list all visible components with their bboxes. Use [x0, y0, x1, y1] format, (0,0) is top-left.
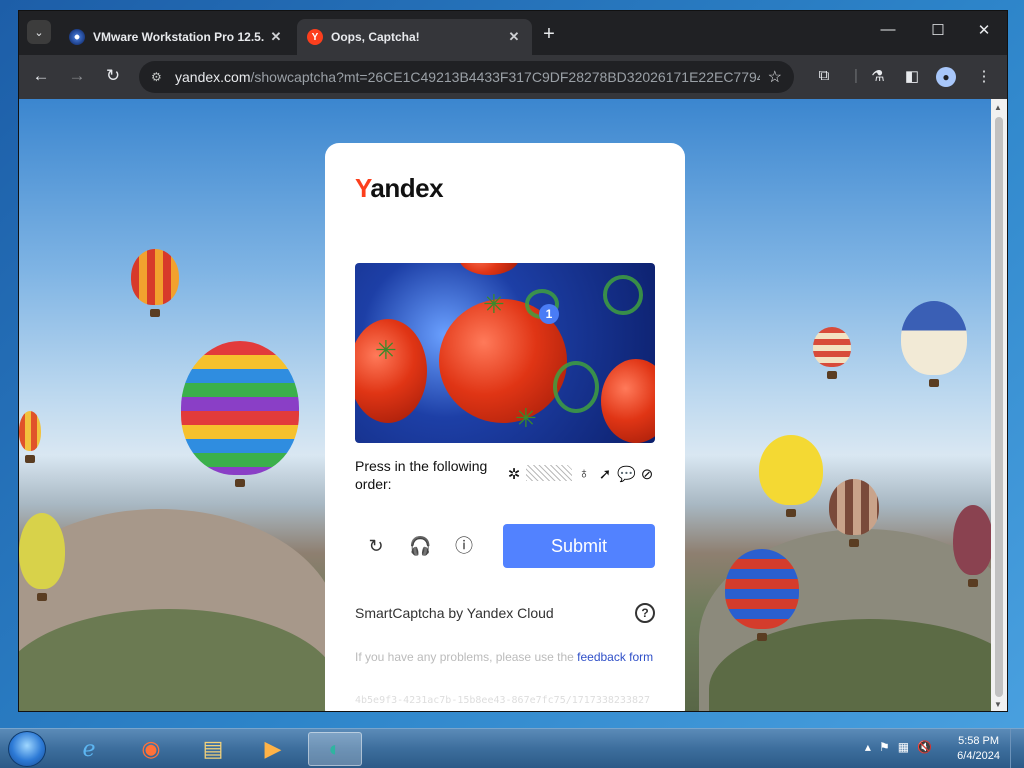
side-panel-icon[interactable]: ◧ [901, 67, 923, 85]
labs-flask-icon[interactable]: ⚗ [867, 67, 889, 85]
browser-toolbar: ← → ↻ ⚙ yandex.com/showcaptcha?mt=26CE1C… [19, 55, 1007, 99]
show-desktop-button[interactable] [1010, 729, 1024, 768]
forward-button[interactable]: → [66, 66, 88, 86]
vmware-icon [69, 29, 85, 45]
bookmark-star-icon[interactable]: ☆ [768, 67, 782, 87]
window-close-button[interactable]: ✕ [969, 21, 999, 39]
toolbar-divider: | [854, 67, 858, 84]
tab-vmware[interactable]: VMware Workstation Pro 12.5. ✕ [59, 19, 294, 55]
captcha-controls: ↻ 🎧 ⓘ [365, 535, 475, 557]
clock-time: 5:58 PM [958, 735, 1000, 747]
hot-air-balloon [131, 249, 179, 317]
hot-air-balloon [901, 301, 967, 387]
hatched-blank-icon [526, 465, 572, 481]
captcha-token: 4b5e9f3-4231ac7b-15b8ee43-867e7fc75/1717… [355, 695, 651, 706]
leaf-shape: ✳ [375, 335, 397, 365]
outline-shape [603, 275, 643, 315]
chrome-like-icon[interactable]: ◐ [308, 732, 362, 766]
audio-headphones-icon[interactable]: 🎧 [409, 535, 431, 557]
smartcaptcha-label: SmartCaptcha by Yandex Cloud [355, 605, 554, 621]
start-button[interactable] [8, 731, 46, 767]
network-icon[interactable]: ▦ [898, 740, 909, 754]
hot-air-balloon [759, 435, 823, 517]
speech-bubble-icon: 💬 [617, 466, 636, 483]
tab-search-button[interactable]: ⌄ [27, 20, 51, 44]
yandex-logo: Yandex [355, 173, 444, 203]
tab-title: VMware Workstation Pro 12.5. [93, 30, 265, 44]
ball-icon: ⊘ [640, 466, 654, 483]
yandex-icon: Y [307, 29, 323, 45]
tab-captcha[interactable]: Y Oops, Captcha! ✕ [297, 19, 532, 55]
captcha-icon-sequence: ✲ ♁ ➚ 💬 ⊘ [505, 465, 656, 483]
bag-icon: ♁ [578, 465, 590, 482]
refresh-icon[interactable]: ↻ [365, 535, 387, 557]
hot-air-balloon [19, 411, 41, 463]
feedback-note: If you have any problems, please use the… [355, 650, 654, 664]
captcha-instruction: Press in the following order: [355, 458, 488, 492]
info-icon[interactable]: ⓘ [453, 535, 475, 557]
browser-menu-icon[interactable]: ⋮ [973, 67, 995, 85]
leaf-shape: ✳ [515, 403, 537, 433]
tray-expand-icon[interactable]: ▴ [865, 740, 871, 754]
file-explorer-icon[interactable]: ▤ [186, 732, 240, 766]
taskbar-clock[interactable]: 5:58 PM 6/4/2024 [957, 734, 1000, 764]
tomato-shape [459, 263, 519, 275]
action-center-flag-icon[interactable]: ⚑ [879, 740, 890, 754]
media-player-icon[interactable]: ▶ [246, 732, 300, 766]
extensions-icon[interactable]: ⧉ [813, 67, 835, 84]
url-text[interactable]: yandex.com/showcaptcha?mt=26CE1C49213B44… [175, 69, 760, 85]
back-button[interactable]: ← [30, 66, 52, 86]
browser-titlebar: ⌄ VMware Workstation Pro 12.5. ✕ Y Oops,… [19, 11, 1007, 55]
page-scrollbar[interactable]: ▲ ▼ [991, 99, 1007, 711]
outline-shape [553, 361, 599, 413]
minimize-button[interactable]: — [873, 21, 903, 38]
click-marker: 1 [539, 304, 559, 324]
maximize-button[interactable]: ☐ [923, 21, 953, 39]
smartcaptcha-footer: SmartCaptcha by Yandex Cloud ? [355, 603, 655, 623]
hot-air-balloon [813, 327, 851, 379]
close-icon[interactable]: ✕ [506, 29, 522, 45]
hot-air-balloon [181, 341, 299, 487]
clock-date: 6/4/2024 [957, 750, 1000, 762]
reload-button[interactable]: ↻ [102, 66, 124, 86]
system-tray: ▴ ⚑ ▦ 🔇 [865, 740, 932, 754]
gear-blob-icon: ✲ [507, 466, 521, 483]
profile-icon: ● [936, 67, 956, 87]
cursor-icon: ➚ [598, 466, 612, 483]
close-icon[interactable]: ✕ [268, 29, 284, 45]
captcha-image[interactable]: ✳ ✳ ✳ 1 [355, 263, 655, 443]
feedback-link[interactable]: feedback form [577, 650, 653, 664]
volume-muted-icon[interactable]: 🔇 [917, 740, 932, 754]
windows-taskbar: ℯ ◉ ▤ ▶ ◐ ▴ ⚑ ▦ 🔇 5:58 PM 6/4/2024 [0, 728, 1024, 768]
scroll-up-arrow[interactable]: ▲ [994, 103, 1002, 112]
browser-window: ⌄ VMware Workstation Pro 12.5. ✕ Y Oops,… [18, 10, 1008, 712]
profile-avatar[interactable]: ● [935, 67, 957, 87]
tomato-shape [601, 359, 655, 443]
hot-air-balloon [19, 513, 65, 601]
help-icon[interactable]: ? [635, 603, 655, 623]
scroll-down-arrow[interactable]: ▼ [994, 700, 1002, 709]
leaf-shape: ✳ [483, 289, 505, 319]
site-info-icon[interactable]: ⚙ [151, 70, 165, 84]
scroll-thumb[interactable] [995, 117, 1003, 697]
tab-title: Oops, Captcha! [331, 30, 420, 44]
captcha-card: Yandex ✳ ✳ ✳ 1 Press in the following or… [325, 143, 685, 711]
internet-explorer-icon[interactable]: ℯ [62, 732, 116, 766]
hot-air-balloon [725, 549, 799, 641]
firefox-icon[interactable]: ◉ [124, 732, 178, 766]
submit-button[interactable]: Submit [503, 524, 655, 568]
hot-air-balloon [829, 479, 879, 547]
hot-air-balloon [953, 505, 993, 587]
new-tab-button[interactable]: + [539, 23, 559, 46]
address-bar[interactable]: ⚙ yandex.com/showcaptcha?mt=26CE1C49213B… [139, 61, 794, 93]
page-viewport: Yandex ✳ ✳ ✳ 1 Press in the following or… [19, 99, 993, 711]
